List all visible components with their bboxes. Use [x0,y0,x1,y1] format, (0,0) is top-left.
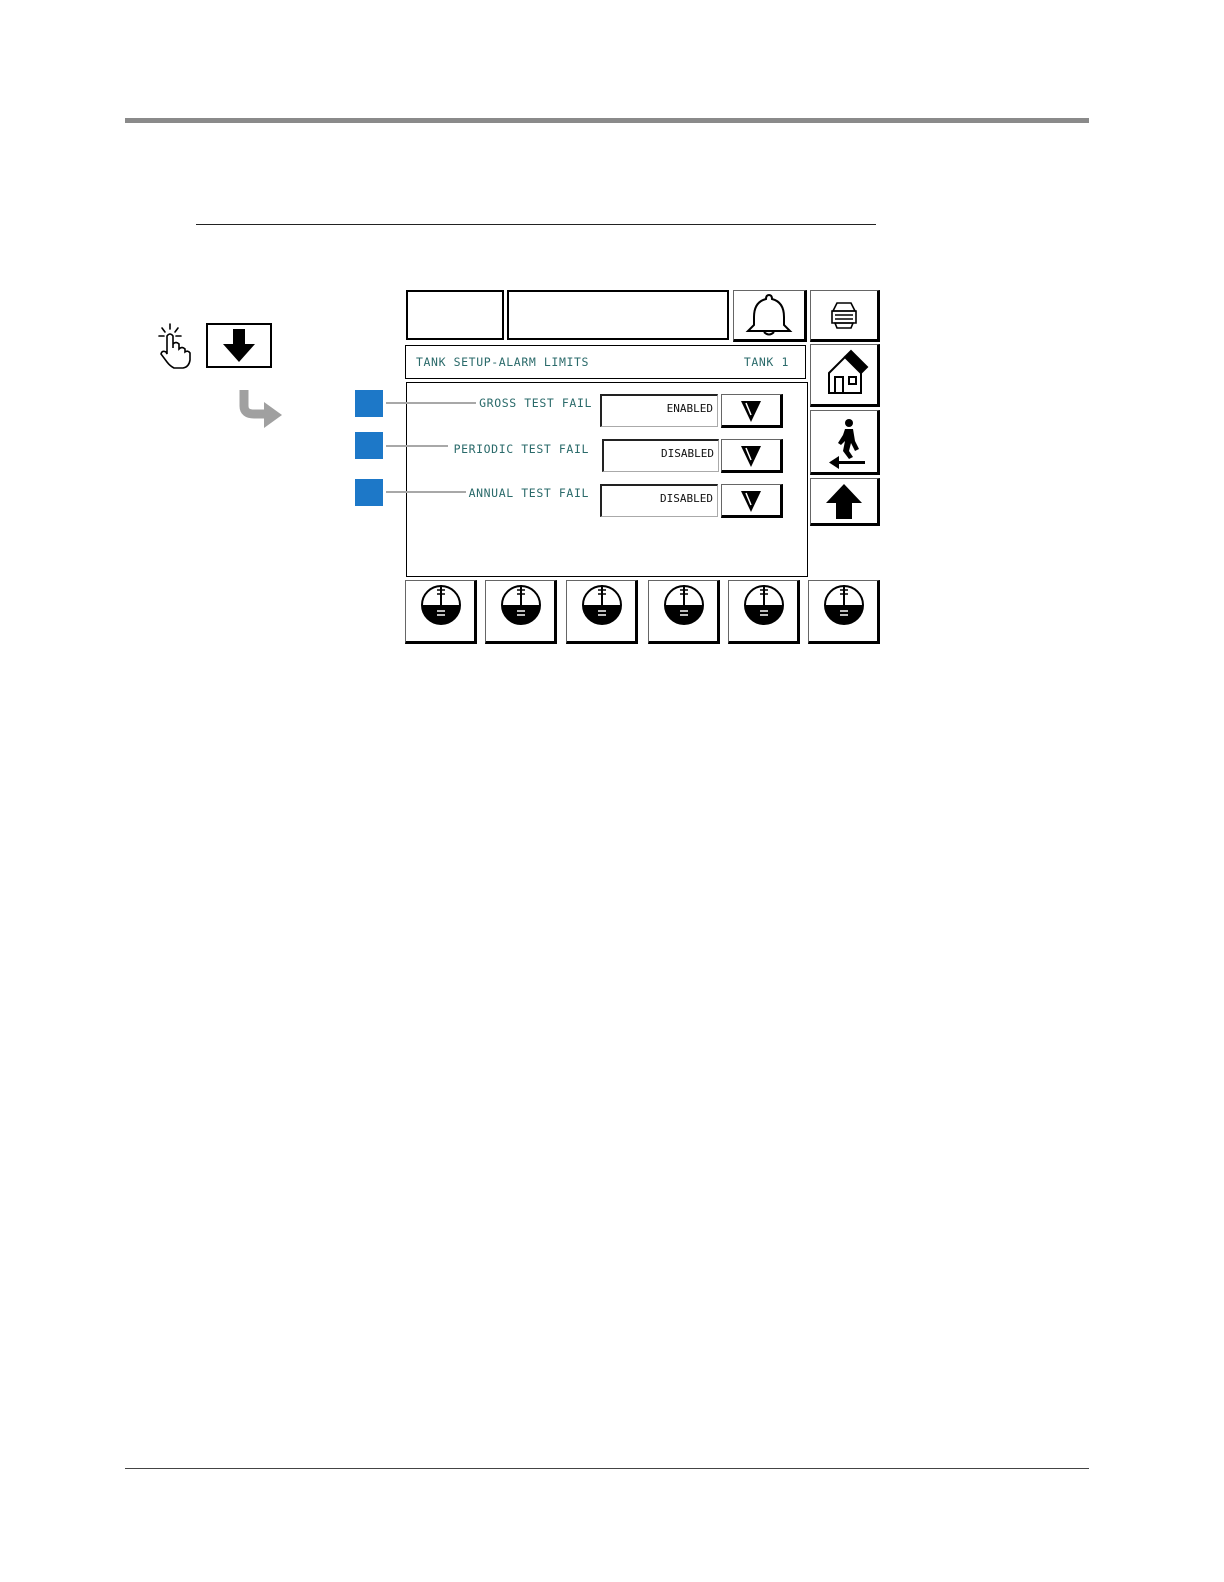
tank-button-4[interactable] [648,580,720,644]
tank-button-6[interactable] [808,580,880,644]
page-up-button[interactable] [810,478,880,526]
field-label-annual-test-fail: ANNUAL TEST FAIL [468,486,589,500]
field-value-annual-test-fail[interactable]: DISABLED [600,484,718,517]
callout-marker-3 [355,479,383,506]
exit-button[interactable] [810,410,880,475]
tank-button-1[interactable] [405,580,477,644]
field-value-periodic-test-fail[interactable]: DISABLED [602,439,719,472]
callout-leader-3 [386,491,466,493]
field-value-gross-test-fail[interactable]: ENABLED [600,394,718,427]
curved-arrow-icon [236,388,286,434]
footer-rule [125,1468,1089,1469]
callout-leader-2 [386,445,448,447]
printer-icon [831,302,857,329]
status-panel-message [507,290,729,340]
tank-gauge-icon [664,585,704,625]
dropdown-button-annual-test-fail[interactable] [721,484,783,518]
header-rule [125,118,1089,123]
exit-icon [829,419,865,469]
screen-title: TANK SETUP-ALARM LIMITS [416,355,590,369]
alarm-bell-button[interactable] [733,290,807,342]
up-arrow-icon [826,484,862,519]
home-icon [828,349,869,394]
tank-button-5[interactable] [728,580,800,644]
screen-title-bar: TANK SETUP-ALARM LIMITS TANK 1 [405,345,806,379]
print-button[interactable] [810,290,880,342]
down-arrow-icon [223,329,255,362]
callout-marker-1 [355,390,383,417]
down-arrow-button[interactable] [206,323,272,368]
dropdown-button-periodic-test-fail[interactable] [721,439,783,473]
tank-gauge-icon [744,585,784,625]
dropdown-triangle-icon [741,491,761,512]
section-rule [196,224,876,225]
tank-gauge-icon [582,585,622,625]
bell-icon [745,293,793,336]
tank-gauge-icon [824,585,864,625]
tank-gauge-icon [501,585,541,625]
status-panel-left [406,290,504,340]
callout-marker-2 [355,432,383,459]
home-button[interactable] [810,344,880,407]
touch-hand-icon [156,322,196,370]
dropdown-triangle-icon [741,446,761,467]
tank-indicator: TANK 1 [743,355,789,369]
tank-button-2[interactable] [485,580,557,644]
tank-button-3[interactable] [566,580,638,644]
tank-gauge-icon [421,585,461,625]
dropdown-button-gross-test-fail[interactable] [721,394,783,428]
callout-leader-1 [386,402,476,404]
dropdown-triangle-icon [741,401,761,422]
